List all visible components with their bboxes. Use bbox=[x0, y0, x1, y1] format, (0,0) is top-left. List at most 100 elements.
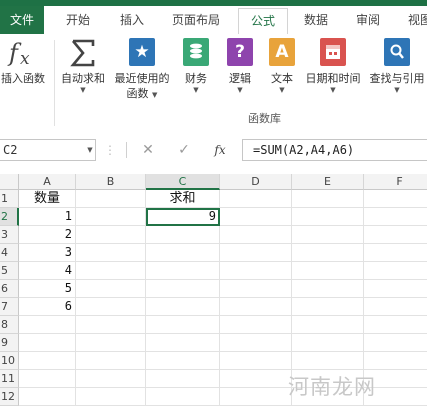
cell-d7[interactable] bbox=[220, 298, 292, 316]
text-button[interactable]: A 文本 ▼ bbox=[264, 38, 300, 95]
tab-insert[interactable]: 插入 bbox=[110, 8, 154, 34]
cell-a12[interactable] bbox=[19, 388, 76, 406]
row-header-4[interactable]: 4 bbox=[0, 244, 19, 262]
cell-f1[interactable] bbox=[364, 190, 427, 208]
cell-a9[interactable] bbox=[19, 334, 76, 352]
cell-b1[interactable] bbox=[76, 190, 146, 208]
cell-a7[interactable]: 6 bbox=[19, 298, 76, 316]
chevron-down-icon[interactable]: ▼ bbox=[84, 139, 96, 161]
financial-button[interactable]: 财务 ▼ bbox=[178, 38, 214, 95]
cell-f3[interactable] bbox=[364, 226, 427, 244]
row-header-12[interactable]: 12 bbox=[0, 388, 19, 406]
cell-e8[interactable] bbox=[292, 316, 364, 334]
cell-d4[interactable] bbox=[220, 244, 292, 262]
column-header-f[interactable]: F bbox=[364, 174, 427, 190]
row-header-6[interactable]: 6 bbox=[0, 280, 19, 298]
cell-e2[interactable] bbox=[292, 208, 364, 226]
cell-e6[interactable] bbox=[292, 280, 364, 298]
row-header-9[interactable]: 9 bbox=[0, 334, 19, 352]
formula-input[interactable]: =SUM(A2,A4,A6) bbox=[242, 139, 427, 161]
cell-b10[interactable] bbox=[76, 352, 146, 370]
cell-d2[interactable] bbox=[220, 208, 292, 226]
cell-e9[interactable] bbox=[292, 334, 364, 352]
date-time-button[interactable]: 日期和时间 ▼ bbox=[302, 38, 364, 95]
cell-a6[interactable]: 5 bbox=[19, 280, 76, 298]
row-header-7[interactable]: 7 bbox=[0, 298, 19, 316]
cell-f6[interactable] bbox=[364, 280, 427, 298]
tab-page-layout[interactable]: 页面布局 bbox=[164, 8, 228, 34]
column-header-e[interactable]: E bbox=[292, 174, 364, 190]
cell-b2[interactable] bbox=[76, 208, 146, 226]
cell-d12[interactable] bbox=[220, 388, 292, 406]
cell-e3[interactable] bbox=[292, 226, 364, 244]
cell-c4[interactable] bbox=[146, 244, 220, 262]
cell-c1[interactable]: 求和 bbox=[146, 190, 220, 208]
cell-c3[interactable] bbox=[146, 226, 220, 244]
cell-d8[interactable] bbox=[220, 316, 292, 334]
cell-f10[interactable] bbox=[364, 352, 427, 370]
cell-a8[interactable] bbox=[19, 316, 76, 334]
cell-d9[interactable] bbox=[220, 334, 292, 352]
grip-icon[interactable]: ⋮ bbox=[104, 142, 116, 158]
tab-home[interactable]: 开始 bbox=[56, 8, 100, 34]
cell-b11[interactable] bbox=[76, 370, 146, 388]
row-header-8[interactable]: 8 bbox=[0, 316, 19, 334]
cell-c11[interactable] bbox=[146, 370, 220, 388]
cell-b6[interactable] bbox=[76, 280, 146, 298]
cell-c2[interactable]: 9 bbox=[146, 208, 220, 226]
cell-a5[interactable]: 4 bbox=[19, 262, 76, 280]
column-header-d[interactable]: D bbox=[220, 174, 292, 190]
autosum-button[interactable]: 自动求和 ▼ bbox=[58, 38, 108, 95]
cell-e1[interactable] bbox=[292, 190, 364, 208]
cell-b7[interactable] bbox=[76, 298, 146, 316]
recently-used-button[interactable]: ★ 最近使用的 函数 ▼ bbox=[110, 38, 174, 101]
cell-c9[interactable] bbox=[146, 334, 220, 352]
row-header-3[interactable]: 3 bbox=[0, 226, 19, 244]
row-header-10[interactable]: 10 bbox=[0, 352, 19, 370]
row-header-5[interactable]: 5 bbox=[0, 262, 19, 280]
cell-d1[interactable] bbox=[220, 190, 292, 208]
tab-review[interactable]: 审阅 bbox=[348, 8, 388, 34]
cell-a1[interactable]: 数量 bbox=[19, 190, 76, 208]
row-header-2[interactable]: 2 bbox=[0, 208, 19, 226]
cell-b9[interactable] bbox=[76, 334, 146, 352]
cell-a3[interactable]: 2 bbox=[19, 226, 76, 244]
cell-a11[interactable] bbox=[19, 370, 76, 388]
cell-f9[interactable] bbox=[364, 334, 427, 352]
cell-e4[interactable] bbox=[292, 244, 364, 262]
cell-c10[interactable] bbox=[146, 352, 220, 370]
cell-d11[interactable] bbox=[220, 370, 292, 388]
cell-d10[interactable] bbox=[220, 352, 292, 370]
tab-view[interactable]: 视图 bbox=[400, 8, 427, 34]
cell-a4[interactable]: 3 bbox=[19, 244, 76, 262]
cell-a10[interactable] bbox=[19, 352, 76, 370]
cell-d5[interactable] bbox=[220, 262, 292, 280]
cell-e5[interactable] bbox=[292, 262, 364, 280]
cell-a2[interactable]: 1 bbox=[19, 208, 76, 226]
cell-c8[interactable] bbox=[146, 316, 220, 334]
lookup-reference-button[interactable]: 查找与引用 ▼ bbox=[366, 38, 427, 95]
cell-c5[interactable] bbox=[146, 262, 220, 280]
cancel-button[interactable]: ✕ bbox=[134, 139, 162, 161]
row-header-11[interactable]: 11 bbox=[0, 370, 19, 388]
cell-b5[interactable] bbox=[76, 262, 146, 280]
cell-d3[interactable] bbox=[220, 226, 292, 244]
row-header-1[interactable]: 1 bbox=[0, 190, 19, 208]
cell-e7[interactable] bbox=[292, 298, 364, 316]
cell-b3[interactable] bbox=[76, 226, 146, 244]
cell-c7[interactable] bbox=[146, 298, 220, 316]
insert-function-button[interactable]: f x 插入函数 bbox=[0, 38, 52, 86]
name-box[interactable]: C2 bbox=[0, 139, 96, 161]
cell-c6[interactable] bbox=[146, 280, 220, 298]
tab-file[interactable]: 文件 bbox=[0, 6, 44, 34]
cell-f7[interactable] bbox=[364, 298, 427, 316]
cell-f8[interactable] bbox=[364, 316, 427, 334]
logical-button[interactable]: ? 逻辑 ▼ bbox=[222, 38, 258, 95]
insert-function-fx-button[interactable]: fx bbox=[206, 139, 234, 161]
column-header-c[interactable]: C bbox=[146, 174, 220, 190]
cell-d6[interactable] bbox=[220, 280, 292, 298]
cell-e10[interactable] bbox=[292, 352, 364, 370]
cell-b12[interactable] bbox=[76, 388, 146, 406]
tab-data[interactable]: 数据 bbox=[296, 8, 336, 34]
cell-f4[interactable] bbox=[364, 244, 427, 262]
